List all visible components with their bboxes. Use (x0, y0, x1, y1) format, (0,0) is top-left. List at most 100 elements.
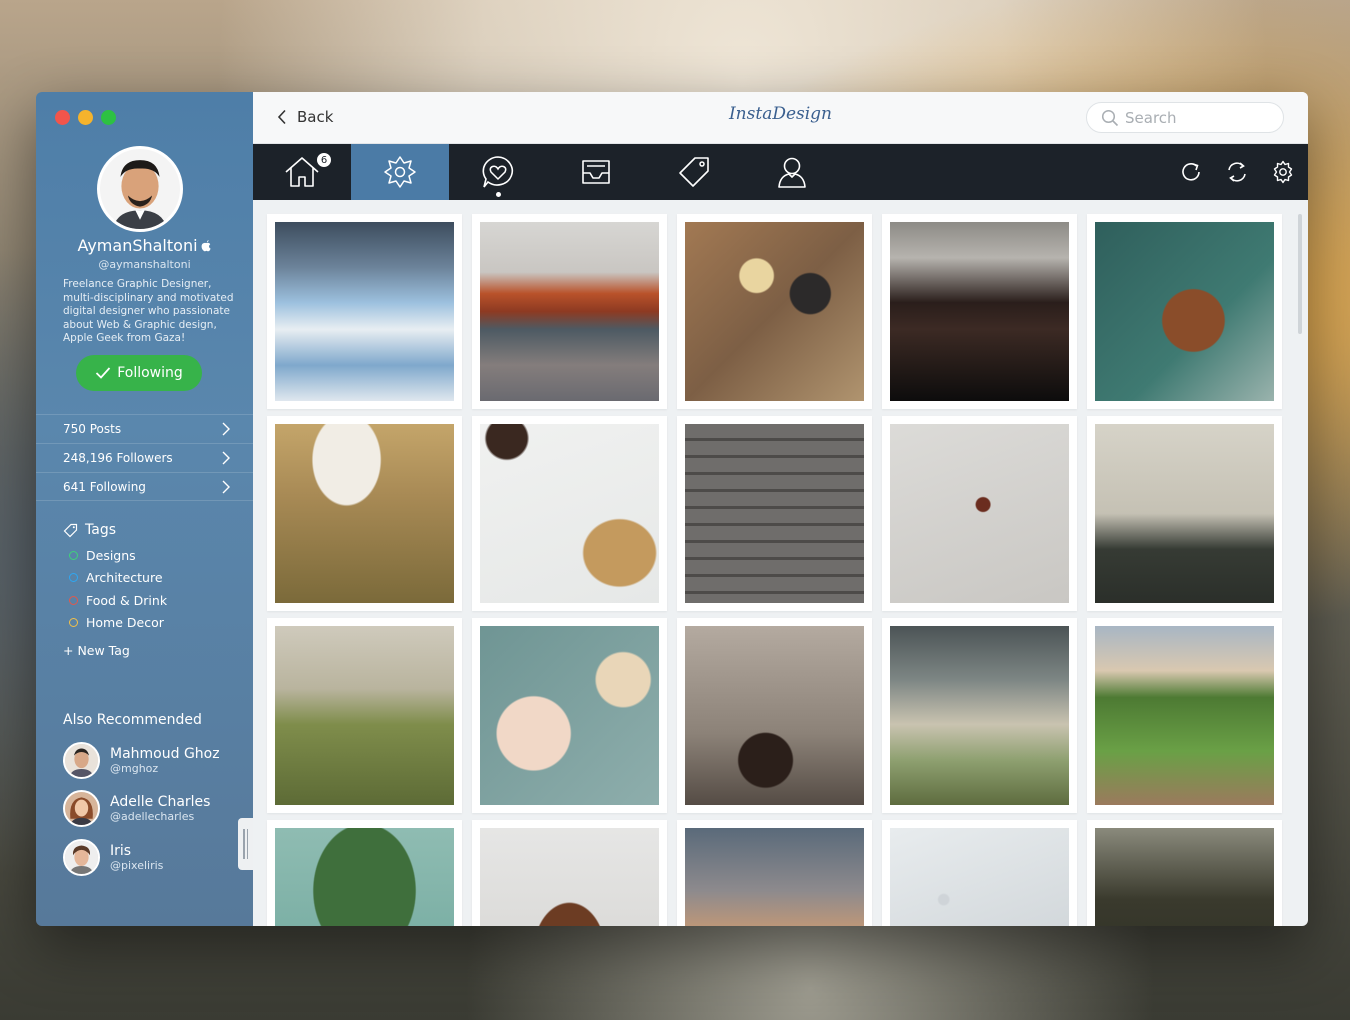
photo-tile[interactable] (472, 416, 667, 611)
photo-tile[interactable] (882, 618, 1077, 813)
settings-icon[interactable] (1270, 159, 1296, 185)
avatar (63, 741, 100, 779)
tag-label: Architecture (86, 570, 163, 586)
photo-reflection-sky (275, 222, 454, 401)
photo-snack-board (480, 424, 659, 603)
tag-label: Home Decor (86, 615, 164, 631)
photo-tile[interactable] (882, 416, 1077, 611)
tab-home[interactable]: 6 (253, 144, 351, 200)
tag-item-food-drink[interactable]: Food & Drink (69, 589, 167, 612)
check-icon (96, 367, 111, 379)
recommended-user-name: Mahmoud Ghoz (110, 745, 220, 762)
close-window-button[interactable] (55, 110, 70, 125)
explore-icon (384, 156, 416, 188)
minimize-window-button[interactable] (78, 110, 93, 125)
avatar (63, 838, 100, 876)
photo-rain-window (890, 828, 1069, 926)
profile-handle: @aymanshaltoni (98, 258, 191, 271)
photo-tile[interactable] (267, 416, 462, 611)
tab-explore[interactable] (351, 144, 449, 200)
tag-icon (679, 157, 709, 187)
tab-profile[interactable] (743, 144, 841, 200)
search-bar[interactable] (1086, 102, 1284, 133)
photo-dirt-road (1095, 626, 1274, 805)
stat-posts-label: 750 Posts (63, 422, 122, 436)
active-indicator-dot (496, 192, 501, 197)
search-icon (1101, 109, 1119, 126)
photo-tile[interactable] (1087, 214, 1282, 409)
inbox-icon (582, 160, 610, 184)
tag-list: Designs Architecture Food & Drink Home D… (69, 544, 167, 634)
tab-activity[interactable] (449, 144, 547, 200)
recommended-user[interactable]: Adelle Charles @adellecharles (63, 785, 220, 834)
tag-item-home-decor[interactable]: Home Decor (69, 612, 167, 635)
photo-vintage-car (275, 424, 454, 603)
photo-tile[interactable] (267, 820, 462, 926)
sidebar-collapse-handle[interactable] (238, 818, 253, 870)
grip-line (246, 829, 248, 859)
photo-grid (267, 214, 1292, 926)
tab-tags[interactable] (645, 144, 743, 200)
zoom-window-button[interactable] (101, 110, 116, 125)
photo-tile[interactable] (1087, 820, 1282, 926)
stat-following-label: 641 Following (63, 479, 146, 494)
photo-flatlay-helmet (685, 222, 864, 401)
photo-tile[interactable] (677, 820, 872, 926)
photo-picnic-table (1095, 222, 1274, 401)
recommended-user-handle: @pixeliris (110, 858, 164, 872)
main-content: Back InstaDesign 6 (253, 92, 1308, 926)
recommended-user-name: Adelle Charles (110, 794, 211, 811)
search-input[interactable] (1125, 108, 1275, 127)
profile-avatar[interactable] (97, 146, 183, 232)
photo-tile[interactable] (677, 214, 872, 409)
recommended-user-handle: @adellecharles (110, 810, 195, 824)
tab-inbox[interactable] (547, 144, 645, 200)
recommended-user-handle: @mghoz (110, 761, 159, 775)
photo-tile[interactable] (472, 214, 667, 409)
tags-heading: Tags (63, 522, 116, 538)
grip-line (243, 829, 245, 859)
stat-following[interactable]: 641 Following (36, 472, 253, 501)
photo-city-crowd (1095, 424, 1274, 603)
photo-tile[interactable] (1087, 618, 1282, 813)
apple-icon (201, 240, 211, 252)
photo-tile[interactable] (677, 416, 872, 611)
photo-dark-trees (1095, 828, 1274, 926)
photo-tile[interactable] (472, 618, 667, 813)
following-button[interactable]: Following (76, 355, 202, 391)
stat-posts[interactable]: 750 Posts (36, 414, 253, 443)
recommended-user[interactable]: Iris @pixeliris (63, 833, 220, 882)
user-portrait-icon (65, 792, 98, 826)
toolbar-actions (1178, 144, 1296, 200)
chevron-right-icon (222, 422, 230, 436)
stat-followers[interactable]: 248,196 Followers (36, 443, 253, 472)
photo-tile[interactable] (1087, 416, 1282, 611)
recommended-user[interactable]: Mahmoud Ghoz @mghoz (63, 736, 220, 785)
sync-icon[interactable] (1224, 159, 1250, 185)
notification-badge: 6 (315, 151, 333, 169)
tag-dot-icon (69, 573, 78, 583)
avatar-portrait-icon (100, 149, 180, 229)
tag-item-architecture[interactable]: Architecture (69, 567, 167, 590)
recommended-user-name: Iris (110, 842, 132, 859)
photo-tile[interactable] (882, 820, 1077, 926)
tag-dot-icon (69, 618, 78, 628)
photo-tile[interactable] (267, 214, 462, 409)
photo-tile[interactable] (267, 618, 462, 813)
photo-shoes-deck (685, 424, 864, 603)
photo-tile[interactable] (677, 618, 872, 813)
new-tag-button[interactable]: + New Tag (63, 643, 130, 658)
recommended-list: Mahmoud Ghoz @mghoz Adelle Charles @adel… (63, 736, 220, 882)
app-window: AymanShaltoni @aymanshaltoni Freelance G… (36, 92, 1308, 926)
photo-hair-splash (685, 626, 864, 805)
recommended-heading: Also Recommended (63, 712, 202, 728)
window-controls (55, 110, 116, 125)
photo-tile[interactable] (882, 214, 1077, 409)
refresh-icon[interactable] (1178, 159, 1204, 185)
photo-tile[interactable] (472, 820, 667, 926)
photo-old-tractor (275, 626, 454, 805)
scrollbar[interactable] (1298, 214, 1302, 334)
tags-title-text: Tags (85, 522, 116, 538)
avatar (63, 790, 100, 828)
tag-item-designs[interactable]: Designs (69, 544, 167, 567)
